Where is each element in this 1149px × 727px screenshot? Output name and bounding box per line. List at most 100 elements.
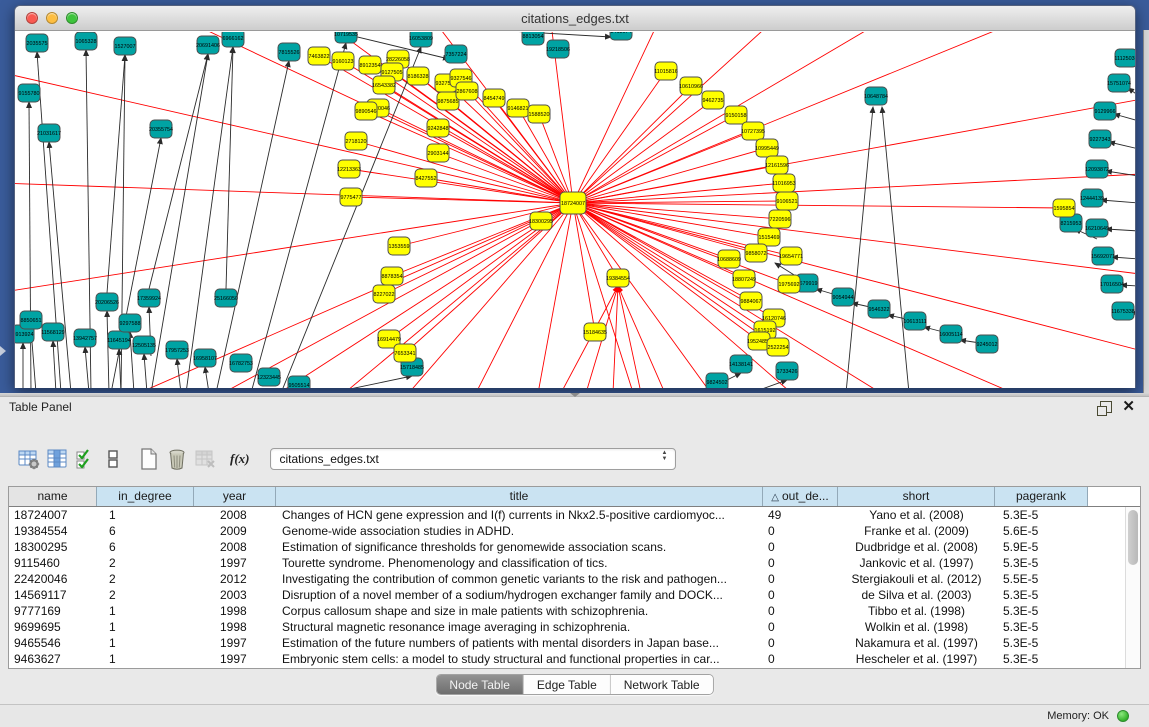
table-cell[interactable]: 9465546 — [9, 635, 97, 651]
table-cell[interactable]: 5.3E-5 — [995, 587, 1088, 603]
table-cell[interactable]: Investigating the contribution of common… — [276, 571, 763, 587]
graph-node[interactable]: 11015816 — [654, 62, 678, 80]
graph-node[interactable]: 9054944 — [832, 288, 854, 306]
graph-node[interactable]: 20691406 — [196, 36, 220, 54]
table-cell[interactable]: 1998 — [194, 603, 276, 619]
table-cell[interactable]: 2 — [97, 571, 194, 587]
graph-node[interactable]: 11016953 — [772, 174, 796, 192]
graph-node[interactable]: 1515469 — [758, 228, 780, 246]
graph-node[interactable]: 9546322 — [868, 300, 890, 318]
table-cell[interactable]: 0 — [763, 539, 838, 555]
table-cell[interactable]: 5.3E-5 — [995, 651, 1088, 667]
graph-node[interactable]: 10648784 — [864, 87, 888, 105]
window-titlebar[interactable]: citations_edges.txt — [15, 6, 1135, 31]
table-cell[interactable]: Disruption of a novel member of a sodium… — [276, 587, 763, 603]
table-cell[interactable]: 19384554 — [9, 523, 97, 539]
graph-node[interactable]: 9297588 — [119, 314, 141, 332]
table-row[interactable]: 946554611997Estimation of the future num… — [9, 635, 1125, 651]
graph-node[interactable]: 16782753 — [229, 354, 253, 372]
table-cell[interactable]: 5.3E-5 — [995, 507, 1088, 523]
graph-node[interactable]: 10610966 — [679, 77, 703, 95]
table-row[interactable]: 946362711997Embryonic stem cells: a mode… — [9, 651, 1125, 667]
vertical-scrollbar[interactable] — [1125, 507, 1140, 668]
graph-node[interactable]: 11568129 — [41, 323, 65, 341]
table-cell[interactable]: 2012 — [194, 571, 276, 587]
graph-node[interactable]: 20206526 — [95, 293, 119, 311]
table-cell[interactable]: 0 — [763, 523, 838, 539]
table-row[interactable]: 1456911722003Disruption of a novel membe… — [9, 587, 1125, 603]
graph-node[interactable]: 7463822 — [308, 47, 330, 65]
graph-node[interactable]: 8454749 — [483, 89, 505, 107]
table-cell[interactable]: 5.5E-5 — [995, 571, 1088, 587]
graph-node[interactable]: 12323445 — [257, 368, 281, 386]
column-header-year[interactable]: year — [194, 487, 276, 506]
table-cell[interactable]: 49 — [763, 507, 838, 523]
graph-node[interactable]: 8413074 — [610, 32, 632, 40]
table-cell[interactable]: 5.3E-5 — [995, 555, 1088, 571]
table-cell[interactable]: 1 — [97, 619, 194, 635]
table-cell[interactable]: Estimation of significance thresholds fo… — [276, 539, 763, 555]
close-panel-icon[interactable]: ✕ — [1122, 398, 1135, 416]
graph-node[interactable]: 1595854 — [1053, 199, 1075, 217]
graph-node[interactable]: 2522254 — [767, 338, 789, 356]
graph-node[interactable]: 9884067 — [740, 292, 762, 310]
table-cell[interactable]: 0 — [763, 571, 838, 587]
graph-node[interactable]: 18300295 — [529, 212, 553, 230]
table-cell[interactable]: Changes of HCN gene expression and I(f) … — [276, 507, 763, 523]
graph-node[interactable]: 9824502 — [706, 373, 728, 388]
graph-node[interactable]: 2718120 — [345, 132, 367, 150]
graph-node[interactable]: 10688609 — [717, 250, 741, 268]
graph-node[interactable]: 2035575 — [26, 34, 48, 52]
table-cell[interactable]: 9777169 — [9, 603, 97, 619]
table-row[interactable]: 1938455462009Genome-wide association stu… — [9, 523, 1125, 539]
graph-node[interactable]: 8878354 — [381, 267, 403, 285]
table-cell[interactable]: 18300295 — [9, 539, 97, 555]
table-cell[interactable]: Franke et al. (2009) — [838, 523, 995, 539]
table-cell[interactable]: 1 — [97, 507, 194, 523]
graph-node[interactable]: 16543382 — [372, 76, 396, 94]
graph-node[interactable]: 2867608 — [456, 82, 478, 100]
table-cell[interactable]: Structural magnetic resonance image aver… — [276, 619, 763, 635]
column-header-title[interactable]: title — [276, 487, 763, 506]
tab-node-table[interactable]: Node Table — [436, 675, 524, 694]
graph-node[interactable]: 12505135 — [132, 336, 156, 354]
column-header-short[interactable]: short — [838, 487, 995, 506]
create-new-table-button[interactable] — [136, 447, 161, 472]
graph-node[interactable]: 18807249 — [732, 270, 756, 288]
graph-node[interactable]: 9890546 — [355, 102, 377, 120]
graph-node[interactable]: 15751074 — [1107, 74, 1131, 92]
graph-node[interactable]: 12213363 — [337, 160, 361, 178]
table-cell[interactable]: 0 — [763, 555, 838, 571]
graph-node[interactable]: 1588520 — [528, 105, 550, 123]
graph-node[interactable]: 19654771 — [779, 247, 803, 265]
zoom-window-button[interactable] — [66, 12, 78, 24]
graph-node[interactable]: 16210649 — [1085, 219, 1109, 237]
table-cell[interactable]: 0 — [763, 619, 838, 635]
table-cell[interactable]: 6 — [97, 523, 194, 539]
table-selector-dropdown[interactable]: citations_edges.txt ▲▼ — [270, 448, 676, 470]
graph-node[interactable]: 11645194 — [107, 331, 131, 349]
graph-node[interactable]: 11125036 — [1114, 49, 1135, 67]
graph-node[interactable]: 9775477 — [340, 188, 362, 206]
table-cell[interactable]: 5.3E-5 — [995, 603, 1088, 619]
graph-node[interactable]: 10995449 — [755, 139, 779, 157]
table-cell[interactable]: 1 — [97, 603, 194, 619]
column-header-pagerank[interactable]: pagerank — [995, 487, 1088, 506]
scrollbar-thumb[interactable] — [1128, 510, 1138, 565]
graph-node[interactable]: 1733426 — [776, 362, 798, 380]
table-cell[interactable]: Tibbo et al. (1998) — [838, 603, 995, 619]
tab-network-table[interactable]: Network Table — [611, 675, 713, 694]
table-cell[interactable]: 2008 — [194, 539, 276, 555]
graph-node[interactable]: 7815526 — [278, 43, 300, 61]
show-columns-button[interactable] — [44, 447, 69, 472]
table-cell[interactable]: 0 — [763, 651, 838, 667]
graph-node[interactable]: 16958107 — [193, 349, 217, 367]
table-cell[interactable]: Corpus callosum shape and size in male p… — [276, 603, 763, 619]
table-cell[interactable]: 0 — [763, 635, 838, 651]
table-cell[interactable]: 0 — [763, 587, 838, 603]
table-cell[interactable]: 1997 — [194, 651, 276, 667]
graph-node[interactable]: 17957253 — [165, 341, 189, 359]
left-panel-collapse-handle[interactable] — [0, 346, 6, 356]
graph-node[interactable]: 9227343 — [1089, 130, 1111, 148]
graph-node[interactable]: 9242848 — [427, 119, 449, 137]
